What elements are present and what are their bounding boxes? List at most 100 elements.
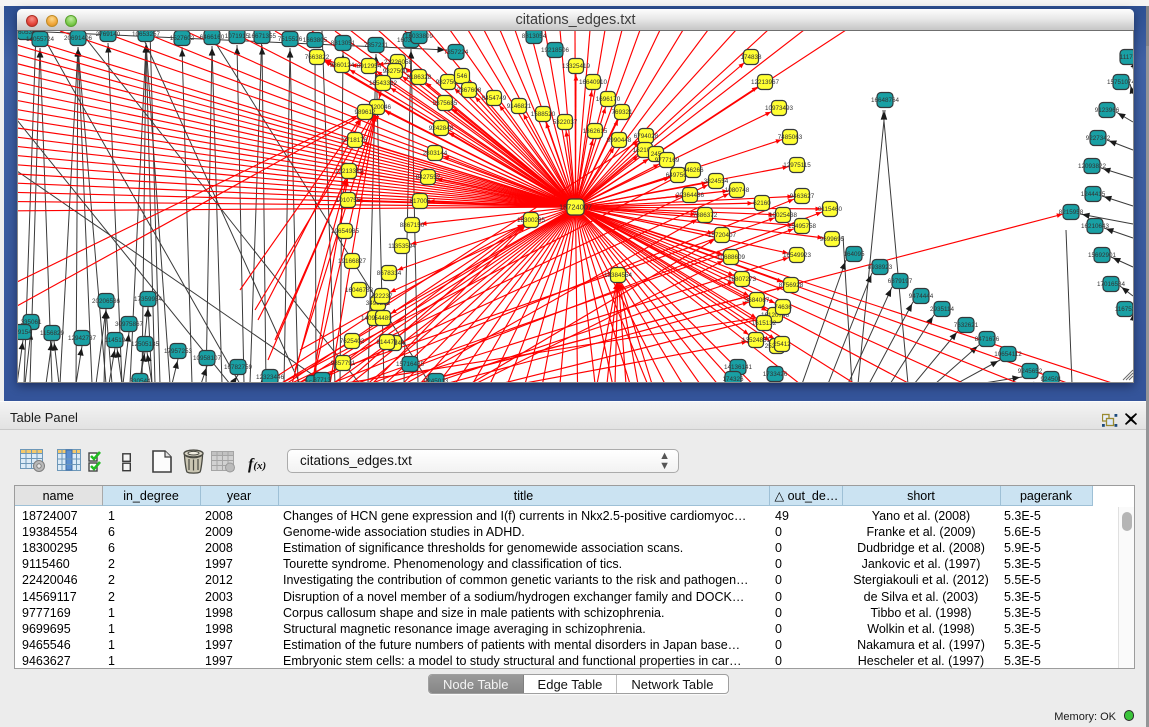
svg-text:8471676: 8471676 [975,336,1000,343]
svg-text:1244415: 1244415 [1081,191,1106,198]
svg-text:2935114: 2935114 [930,306,955,313]
svg-text:1362615: 1362615 [583,128,608,135]
svg-text:18724007: 18724007 [559,202,592,211]
svg-text:6466160: 6466160 [200,34,225,41]
svg-text:12213967: 12213967 [751,79,780,86]
svg-text:16648764: 16648764 [871,97,900,104]
svg-text:8813054: 8813054 [522,33,547,40]
svg-text:25412: 25412 [773,341,791,348]
svg-text:822237: 822237 [371,293,393,300]
svg-text:1071915: 1071915 [225,33,250,40]
svg-text:19654985: 19654985 [331,228,360,235]
svg-text:12505135: 12505135 [131,341,160,348]
svg-text:2367608: 2367608 [457,87,482,94]
svg-text:20691406: 20691406 [64,35,93,42]
svg-text:8186328: 8186328 [407,74,432,81]
svg-text:8756928: 8756928 [779,282,804,289]
svg-text:9699695: 9699695 [820,236,845,243]
svg-text:10688609: 10688609 [717,254,746,261]
svg-text:9860124: 9860124 [330,62,355,69]
svg-text:16671355: 16671355 [248,33,277,40]
svg-text:12975115: 12975115 [783,162,811,169]
svg-text:30975867: 30975867 [115,321,144,328]
svg-text:15751074: 15751074 [1107,79,1134,86]
svg-text:16046788: 16046788 [345,287,374,294]
svg-text:16782759: 16782759 [224,364,253,371]
svg-text:9474444: 9474444 [909,293,934,300]
svg-text:114519: 114519 [105,337,126,344]
svg-text:817006: 817006 [409,198,431,205]
svg-text:10025438: 10025438 [769,212,798,219]
svg-text:2803144: 2803144 [423,150,448,157]
svg-text:1010755: 1010755 [336,197,361,204]
svg-text:14055724: 14055724 [26,36,55,43]
svg-text:9227342: 9227342 [1086,135,1111,142]
svg-text:16210643: 16210643 [1081,223,1110,230]
svg-text:2718176: 2718176 [343,137,368,144]
svg-text:9242848: 9242848 [429,125,454,132]
svg-text:116753: 116753 [1115,306,1134,313]
svg-text:3684067: 3684067 [745,297,770,304]
svg-text:1663805: 1663805 [303,37,328,44]
svg-text:17016534: 17016534 [1097,281,1126,288]
svg-text:2769140: 2769140 [96,31,121,38]
svg-text:6879197: 6879197 [888,278,913,285]
svg-text:1696170: 1696170 [596,96,621,103]
svg-text:16543382: 16543382 [369,80,398,87]
svg-text:914479: 914479 [376,339,398,346]
svg-text:10654112: 10654112 [994,351,1022,358]
svg-text:7625402: 7625402 [340,338,365,345]
svg-text:5375685: 5375685 [433,100,458,107]
svg-text:10973493: 10973493 [765,105,794,112]
svg-text:19166827: 19166827 [338,258,367,265]
svg-text:8454749: 8454749 [482,95,507,102]
svg-text:1733426: 1733426 [763,371,788,378]
svg-text:546: 546 [457,73,468,80]
svg-text:11353594: 11353594 [388,243,416,250]
svg-text:7632621: 7632621 [954,322,979,329]
svg-text:62160: 62160 [753,200,771,207]
svg-text:8912954: 8912954 [357,63,382,70]
svg-text:6794028: 6794028 [634,133,659,140]
svg-text:16640910: 16640910 [579,79,608,86]
svg-text:174326: 174326 [722,376,744,383]
svg-text:7357224: 7357224 [444,49,469,56]
svg-text:15692901: 15692901 [1088,252,1117,259]
svg-text:11174: 11174 [1120,54,1134,61]
svg-text:20206536: 20206536 [92,298,121,305]
svg-text:5322037: 5322037 [553,119,578,126]
svg-text:8678334: 8678334 [377,270,402,277]
svg-text:12093822: 12093822 [1078,163,1107,170]
svg-text:8990448: 8990448 [607,137,632,144]
svg-text:14136141: 14136141 [724,364,753,371]
svg-text:7357211: 7357211 [364,42,389,49]
svg-text:19218506: 19218506 [541,47,570,54]
svg-text:8813051: 8813051 [331,40,356,47]
svg-text:8938923: 8938923 [868,264,893,271]
svg-text:9827500: 9827500 [383,68,408,75]
svg-text:9777169: 9777169 [655,157,680,164]
svg-text:9463627: 9463627 [790,193,815,200]
svg-text:7515526: 7515526 [278,36,303,43]
svg-text:9857791: 9857791 [331,360,356,367]
svg-text:54489: 54489 [374,315,392,322]
svg-text:19384554: 19384554 [604,272,633,279]
svg-text:18300295: 18300295 [517,217,546,224]
svg-text:12213389: 12213389 [335,168,364,175]
svg-text:15716485: 15716485 [396,361,425,368]
svg-text:10958107: 10958107 [193,355,222,362]
svg-text:74636: 74636 [774,304,792,311]
svg-text:18807273: 18807273 [728,276,757,283]
svg-text:1080748: 1080748 [725,187,750,194]
svg-text:39154: 39154 [17,329,32,336]
svg-text:1156829: 1156829 [40,330,65,337]
svg-text:7485063: 7485063 [778,134,803,141]
svg-text:10653257: 10653257 [132,31,161,38]
svg-text:8215958: 8215958 [1059,209,1084,216]
svg-text:174838: 174838 [740,54,762,61]
svg-text:746266: 746266 [682,167,704,174]
svg-text:15495758: 15495758 [788,223,817,230]
svg-text:16033809: 16033809 [405,33,434,40]
svg-text:924501: 924501 [1040,376,1062,383]
svg-text:20364436: 20364436 [676,192,705,199]
